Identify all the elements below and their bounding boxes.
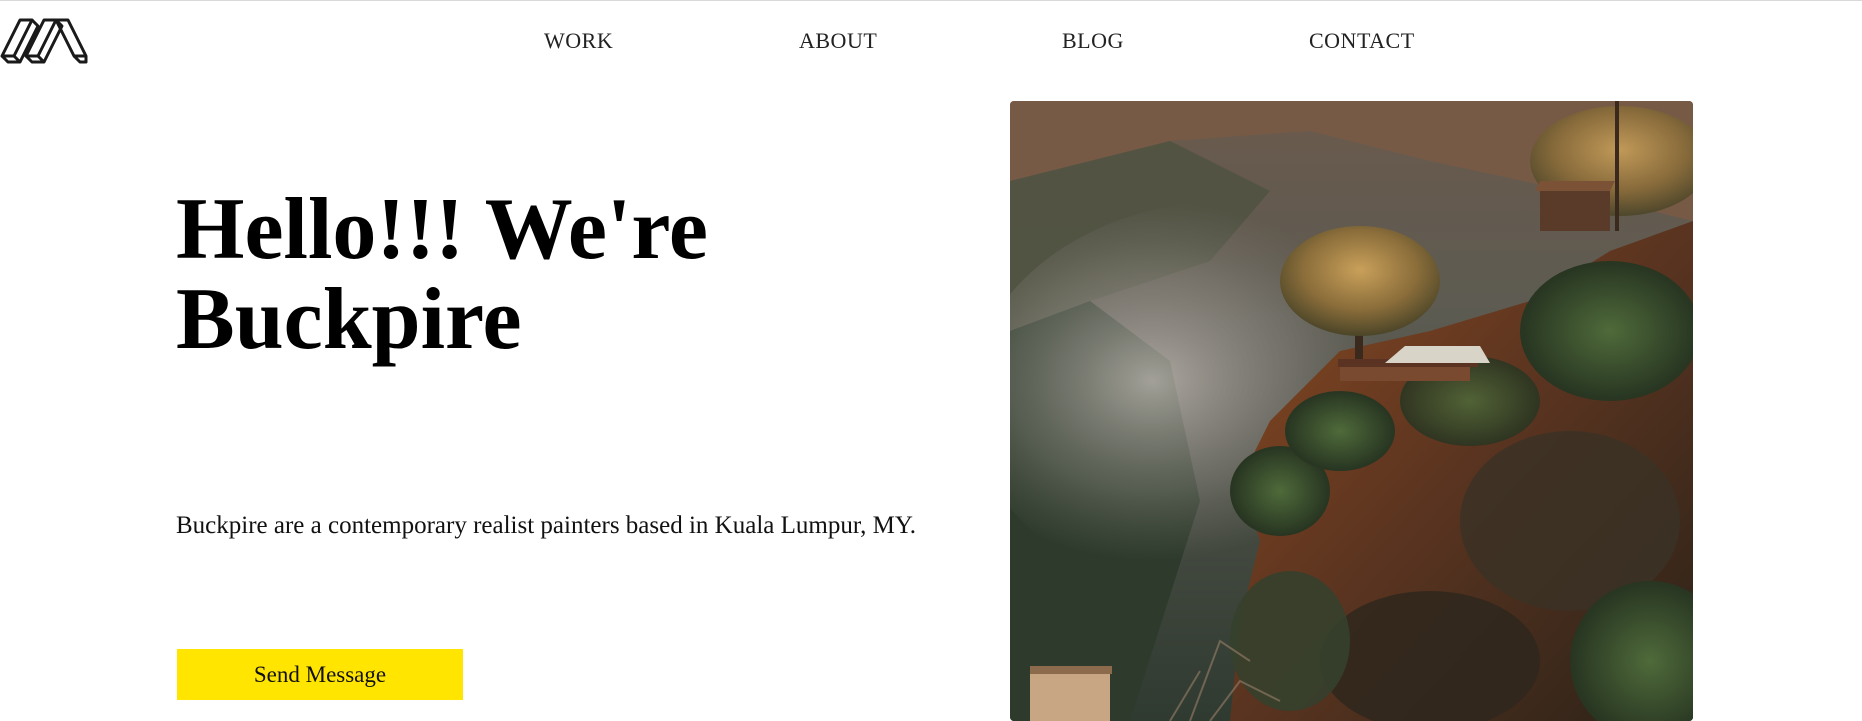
hero-title: Hello!!! We're Buckpire	[176, 185, 896, 365]
send-message-button[interactable]: Send Message	[177, 649, 463, 700]
hero-title-line2: Buckpire	[176, 271, 522, 368]
hero-title-line1: Hello!!! We're	[176, 181, 708, 278]
hero-landscape-image	[1010, 101, 1693, 721]
nav-work-link[interactable]: WORK	[544, 26, 613, 56]
nav-contact-link[interactable]: CONTACT	[1309, 26, 1415, 56]
hero-description: Buckpire are a contemporary realist pain…	[176, 512, 916, 539]
top-border	[0, 0, 1862, 1]
nav-blog-link[interactable]: BLOG	[1062, 26, 1124, 56]
nav-about-link[interactable]: ABOUT	[799, 26, 877, 56]
main-nav: WORK ABOUT BLOG CONTACT	[0, 26, 1862, 56]
